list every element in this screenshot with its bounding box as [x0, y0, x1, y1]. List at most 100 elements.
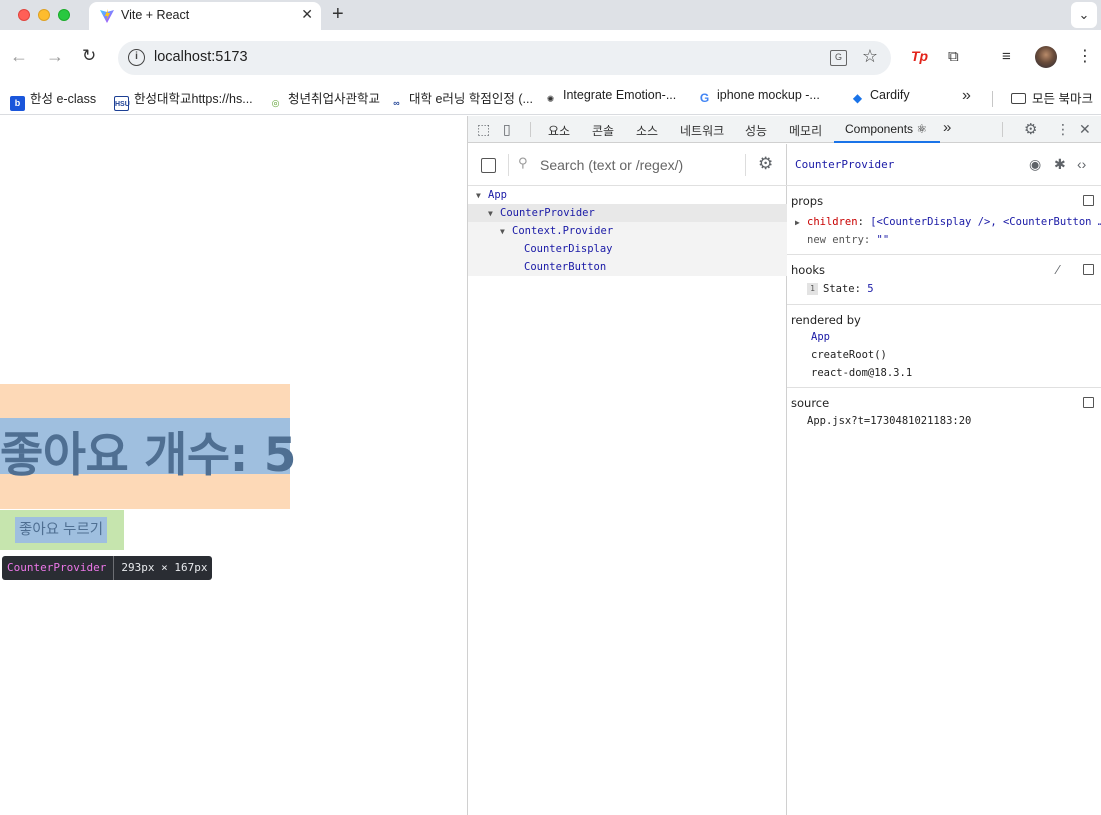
browser-menu-icon[interactable]: ⋮	[1077, 46, 1093, 66]
back-button[interactable]: ←	[10, 46, 28, 66]
component-tree: ▼ App ▼ CounterProvider ▼ Context.Provider …	[468, 186, 787, 276]
prop-children-row[interactable]: ▶ children: [<CounterDisplay />, <Counter…	[795, 216, 1101, 228]
rendered-by-react-dom: react-dom@18.3.1	[811, 367, 913, 379]
inspect-element-icon[interactable]: ⬚	[477, 121, 490, 138]
browser-tab[interactable]: Vite + React ✕	[89, 2, 321, 30]
source-location[interactable]: App.jsx?t=1730481021183:20	[807, 415, 971, 427]
view-source-icon[interactable]: ‹›	[1077, 156, 1086, 172]
expand-caret-icon[interactable]: ▼	[500, 223, 512, 241]
bug-icon[interactable]: ✱	[1054, 156, 1066, 173]
inspect-tooltip: CounterProvider 293px × 167px	[2, 556, 213, 580]
tab-console[interactable]: 콘솔	[592, 122, 614, 139]
tree-search-row: ⚲ ⚙	[468, 144, 787, 186]
hsu-icon: HSU	[114, 96, 130, 111]
tab-title: Vite + React	[121, 8, 190, 22]
bookmark-item[interactable]: b 한성 e-class	[10, 88, 96, 111]
select-component-icon[interactable]	[481, 158, 496, 173]
all-bookmarks-folder[interactable]: 모든 북마크	[1011, 88, 1093, 107]
bookmark-item[interactable]: Giphone mockup -...	[697, 88, 820, 108]
url-text[interactable]: localhost:5173	[154, 49, 248, 65]
devtools-menu-icon[interactable]: ⋮	[1056, 121, 1070, 138]
tab-elements[interactable]: 요소	[548, 122, 570, 139]
media-control-icon[interactable]: ≡	[1002, 48, 1011, 65]
hook-state-row[interactable]: 1 State: 5	[807, 283, 874, 295]
search-divider	[508, 154, 509, 176]
extensions-puzzle-icon[interactable]: ⧉	[948, 48, 959, 65]
like-button[interactable]: 좋아요 누르기	[15, 517, 108, 543]
bookmarks-divider	[992, 91, 993, 107]
tab-strip: Vite + React ✕ + ⌄	[0, 0, 1101, 30]
bookmark-item[interactable]: ◆ Cardify	[850, 88, 910, 108]
close-window-button[interactable]	[18, 9, 30, 21]
elearning-icon: ∞	[393, 98, 400, 108]
bookmark-item[interactable]: ✺ Integrate Emotion-...	[543, 88, 677, 108]
tab-memory[interactable]: 메모리	[789, 122, 822, 139]
inspector-pane: CounterProvider ◉ ✱ ‹› props ▶ children: …	[787, 144, 1101, 815]
copy-icon[interactable]	[1083, 195, 1094, 206]
tree-node-context-provider[interactable]: ▼ Context.Provider	[468, 222, 787, 240]
rendered-by-app[interactable]: App	[811, 331, 830, 343]
reload-button[interactable]: ↻	[82, 46, 96, 66]
copy-icon[interactable]	[1083, 264, 1094, 275]
eye-icon[interactable]: ◉	[1029, 156, 1041, 173]
vite-logo-icon	[100, 9, 114, 23]
new-entry-row[interactable]: new entry: ""	[807, 234, 889, 246]
bookmark-item[interactable]: ◎ 청년취업사관학교	[268, 88, 380, 108]
google-icon: G	[699, 91, 710, 105]
zoom-window-button[interactable]	[58, 9, 70, 21]
tab-network[interactable]: 네트워크	[680, 122, 724, 139]
device-toolbar-icon[interactable]: ▯	[503, 121, 511, 138]
forward-button[interactable]: →	[46, 46, 64, 66]
props-section: props ▶ children: [<CounterDisplay />, <C…	[787, 186, 1101, 255]
tree-node-app[interactable]: ▼ App	[468, 186, 787, 204]
more-tabs-icon[interactable]: »	[943, 119, 951, 136]
address-bar[interactable]: i localhost:5173 G ☆	[118, 41, 891, 75]
hooks-section: hooks ⁄ 1 State: 5	[787, 255, 1101, 305]
tab-components[interactable]: Components ⚛	[845, 122, 927, 136]
tab-close-icon[interactable]: ✕	[301, 6, 313, 23]
devtools-close-icon[interactable]: ✕	[1079, 121, 1091, 138]
site-info-icon[interactable]: i	[128, 49, 145, 66]
expand-caret-icon[interactable]: ▼	[488, 205, 500, 223]
inspector-header: CounterProvider ◉ ✱ ‹›	[787, 144, 1101, 186]
expand-caret-icon[interactable]: ▶	[795, 218, 807, 227]
rendered-by-title: rendered by	[791, 313, 861, 327]
bookmark-item[interactable]: HSU 한성대학교https://hs...	[114, 88, 253, 111]
hooks-title: hooks	[791, 263, 826, 277]
tooltip-component-name: CounterProvider	[2, 556, 115, 580]
rendered-by-section: rendered by App createRoot() react-dom@1…	[787, 305, 1101, 388]
tree-node-counter-button[interactable]: CounterButton	[468, 258, 787, 276]
like-count-heading: 좋아요 개수: 5	[0, 428, 296, 483]
more-bookmarks-icon[interactable]: »	[962, 87, 971, 105]
rendered-by-createroot: createRoot()	[811, 349, 887, 361]
source-title: source	[791, 396, 830, 410]
tab-search-button[interactable]: ⌄	[1071, 2, 1097, 28]
tp-extension-icon[interactable]: Tp	[911, 48, 928, 64]
active-tab-indicator	[834, 141, 940, 143]
magic-wand-icon[interactable]: ⁄	[1057, 262, 1059, 277]
cardify-icon: ◆	[852, 91, 863, 105]
tree-settings-icon[interactable]: ⚙	[758, 154, 773, 174]
tooltip-size: 293px × 167px	[121, 561, 208, 574]
e-class-icon: b	[10, 96, 25, 111]
devtools-settings-icon[interactable]: ⚙	[1024, 120, 1037, 138]
copy-icon[interactable]	[1083, 397, 1094, 408]
devtools-panel: ⬚ ▯ 요소 콘솔 소스 네트워크 성능 메모리 Components ⚛ » …	[467, 116, 1101, 815]
selected-component-name: CounterProvider	[795, 158, 895, 171]
tab-sources[interactable]: 소스	[636, 122, 658, 139]
openai-icon: ✺	[546, 94, 555, 104]
expand-caret-icon[interactable]: ▼	[476, 187, 488, 205]
translate-icon[interactable]: G	[830, 50, 847, 66]
folder-icon	[1011, 93, 1026, 104]
profile-avatar[interactable]	[1035, 46, 1057, 68]
source-section: source App.jsx?t=1730481021183:20	[787, 388, 1101, 436]
new-tab-button[interactable]: +	[332, 3, 344, 26]
tab-performance[interactable]: 성능	[745, 122, 767, 139]
bookmark-star-icon[interactable]: ☆	[862, 46, 878, 67]
minimize-window-button[interactable]	[38, 9, 50, 21]
bookmark-item[interactable]: ∞ 대학 e러닝 학점인정 (...	[389, 88, 533, 108]
tree-node-counter-display[interactable]: CounterDisplay	[468, 240, 787, 258]
component-search-input[interactable]	[540, 155, 740, 175]
tree-node-counter-provider[interactable]: ▼ CounterProvider	[468, 204, 787, 222]
component-tree-pane: ⚲ ⚙ ▼App ▼CounterProvider ▼Context.Provi…	[468, 144, 787, 815]
